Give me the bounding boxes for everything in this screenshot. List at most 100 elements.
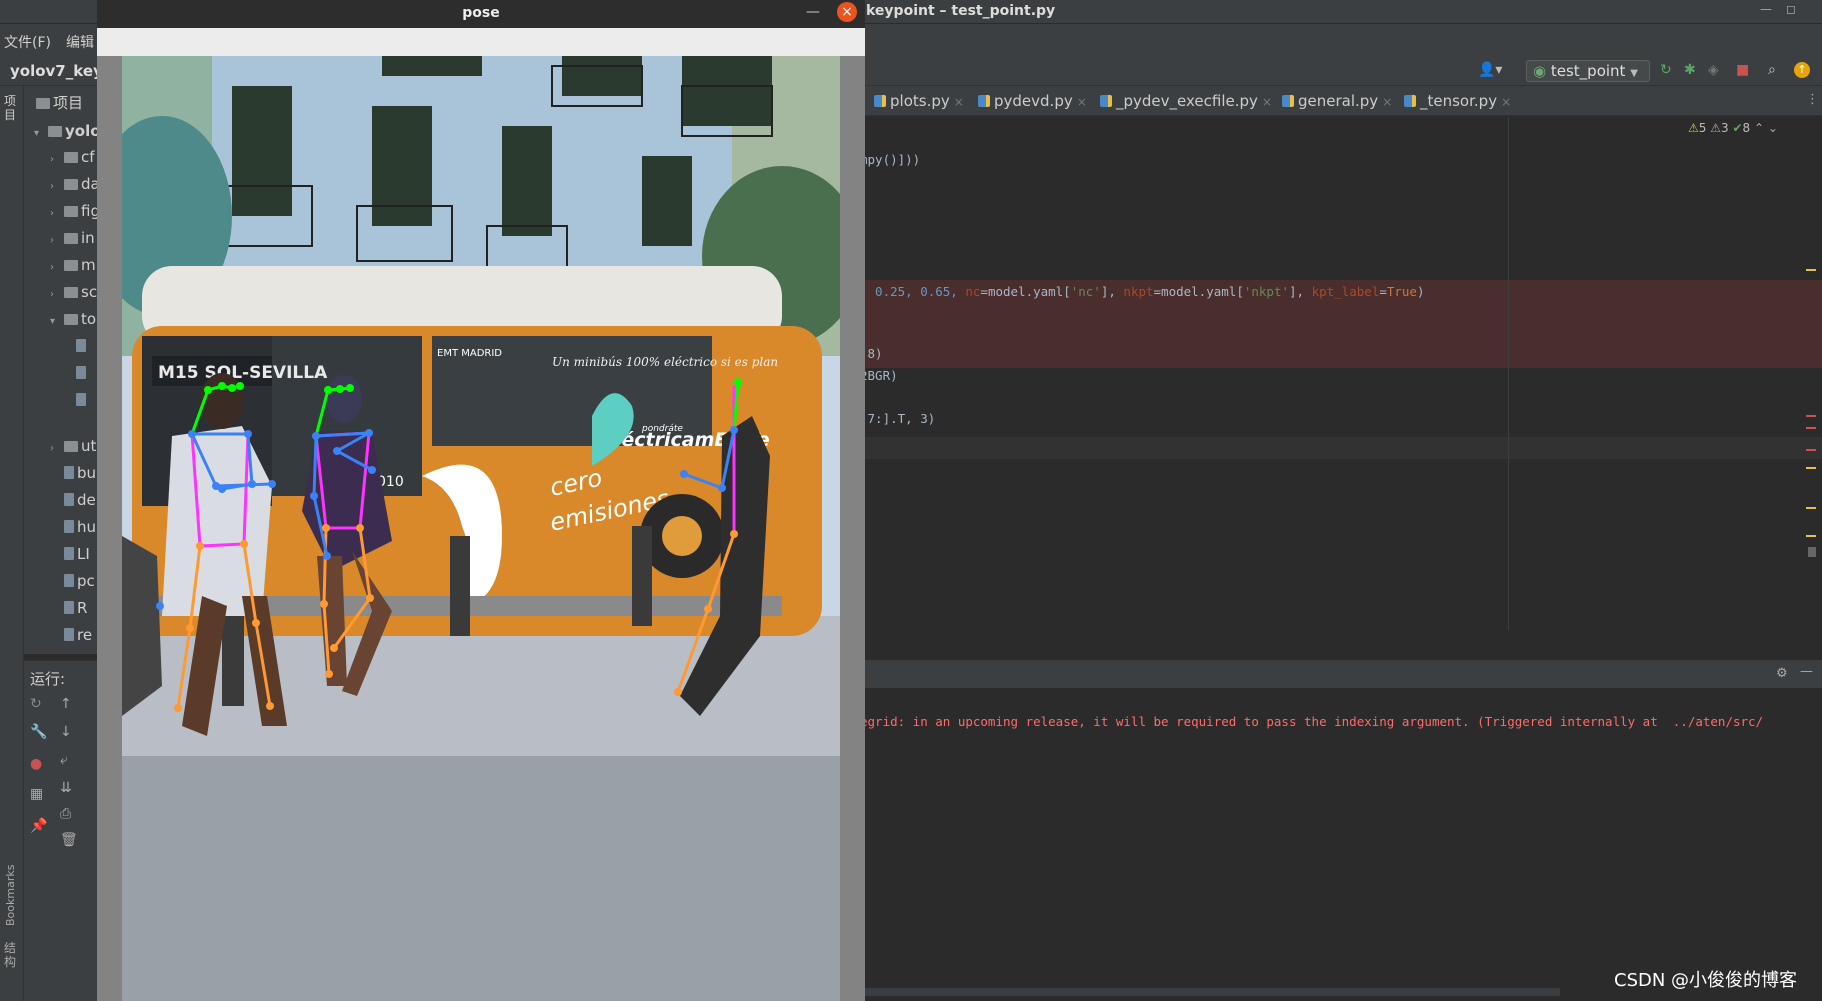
project-stripe-button[interactable]: 项目 xyxy=(4,94,18,122)
tree-item[interactable]: › fig xyxy=(50,202,100,220)
tree-item[interactable]: bu xyxy=(50,464,96,482)
update-icon[interactable]: ↑ xyxy=(1794,62,1810,78)
tree-item[interactable]: › m xyxy=(50,256,96,274)
arrow-down-icon[interactable]: ↓ xyxy=(60,724,72,740)
layout-icon[interactable]: ▦ xyxy=(30,786,43,802)
debug-icon[interactable]: ✱ xyxy=(1684,62,1696,78)
chevron-right-icon[interactable]: › xyxy=(50,181,64,192)
run-config-select[interactable]: ◉ test_point ▼ xyxy=(1526,60,1650,82)
tab-plots[interactable]: plots.py × xyxy=(874,92,964,114)
coverage-icon[interactable]: ◈ xyxy=(1708,62,1719,78)
chevron-down-icon[interactable]: ▾ xyxy=(50,316,64,327)
close-icon[interactable]: × xyxy=(1382,95,1392,109)
file-icon xyxy=(64,520,74,533)
stop-icon[interactable]: ■ xyxy=(1736,62,1749,78)
menu-file[interactable]: 文件(F) xyxy=(4,32,51,52)
python-file-icon[interactable] xyxy=(76,337,89,355)
menu-edit[interactable]: 编辑 xyxy=(66,32,94,52)
scroll-end-icon[interactable]: ⇊ xyxy=(60,780,72,796)
maximize-icon[interactable]: ◻ xyxy=(1786,2,1796,16)
tree-item[interactable]: re xyxy=(50,626,92,644)
tab-general[interactable]: general.py × xyxy=(1282,92,1392,114)
chevron-right-icon[interactable]: › xyxy=(50,235,64,246)
soft-wrap-icon[interactable]: ⤶ xyxy=(60,752,68,768)
weak-warning-icon: ⚠ xyxy=(1710,121,1721,135)
tree-item[interactable]: R xyxy=(50,599,87,617)
tree-item[interactable]: ▾ yolo xyxy=(34,122,101,140)
chevron-right-icon[interactable]: › xyxy=(50,208,64,219)
file-icon xyxy=(64,601,74,614)
tree-item[interactable]: › da xyxy=(50,175,100,193)
python-file-icon xyxy=(1282,95,1294,107)
rerun-icon[interactable]: ↻ xyxy=(30,696,42,712)
chevron-right-icon[interactable]: › xyxy=(50,262,64,273)
rerun-icon[interactable]: ↻ xyxy=(1660,62,1672,78)
code-editor[interactable]: mpy()])) , 0.25, 0.65, nc=model.yaml['nc… xyxy=(860,117,1822,630)
tree-item[interactable]: hu xyxy=(50,518,96,536)
tree-item[interactable]: › ut xyxy=(50,437,96,455)
tree-item[interactable]: › cf xyxy=(50,148,95,166)
tab-pydev-execfile[interactable]: _pydev_execfile.py × xyxy=(1100,92,1272,114)
run-console[interactable]: egrid: in an upcoming release, it will b… xyxy=(860,688,1822,1001)
close-icon[interactable]: × xyxy=(954,95,964,109)
close-icon[interactable]: × xyxy=(1262,95,1272,109)
chevron-right-icon[interactable]: › xyxy=(50,289,64,300)
minimize-icon[interactable]: — xyxy=(1760,2,1772,16)
warning-icon: ⚠ xyxy=(1688,121,1699,135)
close-icon[interactable]: × xyxy=(1501,95,1511,109)
tree-item[interactable]: pc xyxy=(50,572,95,590)
horizontal-scrollbar[interactable] xyxy=(860,988,1560,996)
tree-item-label: LI xyxy=(77,545,90,563)
project-panel-header[interactable]: 项目 xyxy=(36,92,83,113)
search-icon[interactable]: ⌕ xyxy=(1768,62,1776,78)
check-icon: ✔ xyxy=(1732,121,1743,135)
arrow-up-icon[interactable]: ↑ xyxy=(60,696,72,712)
gear-icon[interactable]: ⚙ xyxy=(1776,666,1788,681)
pin-icon[interactable]: 📌 xyxy=(30,818,47,834)
tree-item[interactable]: LI xyxy=(50,545,90,563)
chevron-right-icon[interactable]: › xyxy=(50,443,64,454)
close-icon[interactable]: × xyxy=(1077,95,1087,109)
bookmarks-stripe-button[interactable]: Bookmarks xyxy=(4,846,18,926)
chevron-right-icon[interactable]: › xyxy=(50,154,64,165)
chevron-down-icon[interactable]: ▾ xyxy=(34,128,48,139)
chevron-down-icon[interactable]: ⌄ xyxy=(1768,121,1778,135)
run-panel-label: 运行: xyxy=(30,670,66,688)
folder-icon xyxy=(64,206,78,217)
structure-stripe-button[interactable]: 结构 xyxy=(4,941,18,969)
run-config-label: test_point xyxy=(1550,62,1626,80)
right-margin-guide xyxy=(1508,117,1509,630)
csdn-watermark: CSDN @小俊俊的博客 xyxy=(1614,970,1798,991)
folder-icon xyxy=(64,152,78,163)
pose-window: pose — × M15 SOL-SEVILLA Un minibús 100%… xyxy=(97,0,865,1001)
close-icon[interactable]: × xyxy=(837,2,857,22)
code-line: 7:].T, 3) xyxy=(860,411,936,426)
street-scene-illustration: M15 SOL-SEVILLA Un minibús 100% eléctric… xyxy=(122,56,840,1001)
minimize-icon[interactable]: — xyxy=(806,4,820,20)
pose-window-title: pose xyxy=(462,5,500,21)
trash-icon[interactable]: 🗑 xyxy=(60,832,78,848)
hide-icon[interactable]: — xyxy=(1800,664,1813,679)
tab-pydevd[interactable]: pydevd.py × xyxy=(978,92,1087,114)
error-stripe[interactable] xyxy=(1806,147,1818,627)
tab-tensor[interactable]: _tensor.py × xyxy=(1404,92,1511,114)
console-warning-line: egrid: in an upcoming release, it will b… xyxy=(860,714,1764,729)
tree-item[interactable]: › sc xyxy=(50,283,97,301)
more-tabs-icon[interactable]: ⋮ xyxy=(1806,92,1819,107)
tree-item-label: yolo xyxy=(65,122,101,140)
tree-item[interactable]: ▾ to xyxy=(50,310,96,328)
python-file-icon[interactable] xyxy=(76,391,89,409)
python-file-icon[interactable] xyxy=(76,364,89,382)
stop-debug-icon[interactable]: ● xyxy=(30,756,42,772)
python-file-icon xyxy=(874,95,886,107)
inspection-widget[interactable]: ⚠5 ⚠3 ✔8 ⌃ ⌄ xyxy=(1688,121,1778,135)
file-icon xyxy=(64,493,74,506)
wrench-icon[interactable]: 🔧 xyxy=(30,724,47,740)
run-panel-header: ⚙ — xyxy=(860,660,1822,688)
tree-item[interactable]: de xyxy=(50,491,96,509)
user-icon[interactable]: 👤▾ xyxy=(1478,62,1502,78)
tree-item[interactable]: › in xyxy=(50,229,95,247)
tree-item-label: sc xyxy=(81,283,98,301)
chevron-up-icon[interactable]: ⌃ xyxy=(1754,121,1764,135)
print-icon[interactable]: ⎙ xyxy=(60,806,71,822)
